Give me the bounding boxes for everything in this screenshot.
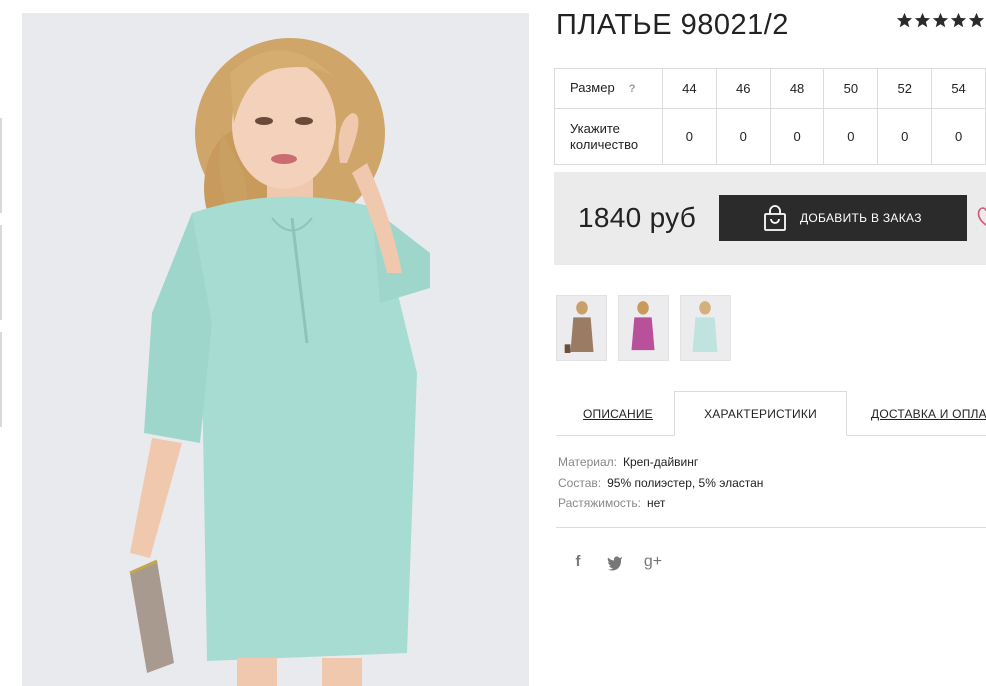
thumbnail-pink[interactable]	[618, 295, 669, 361]
quantity-input[interactable]: 0	[715, 108, 771, 165]
star-icon[interactable]	[896, 12, 913, 29]
spec-composition: Состав: 95% полиэстер, 5% эластан	[558, 476, 763, 490]
star-icon[interactable]	[914, 12, 931, 29]
rating-stars[interactable]	[896, 12, 985, 29]
add-to-order-label: ДОБАВИТЬ В ЗАКАЗ	[800, 211, 922, 225]
left-edge-mark	[0, 118, 2, 213]
quantity-input[interactable]: 0	[662, 108, 717, 165]
twitter-icon[interactable]	[605, 552, 625, 572]
size-cell: 48	[769, 68, 825, 109]
quantity-row: Укажите количество 0 0 0 0 0 0	[554, 108, 986, 165]
spec-value: 95% полиэстер, 5% эластан	[607, 476, 764, 490]
tab-description[interactable]: ОПИСАНИЕ	[583, 391, 653, 436]
product-title: ПЛАТЬЕ 98021/2	[556, 9, 789, 41]
quantity-input[interactable]: 0	[769, 108, 825, 165]
product-main-photo[interactable]	[22, 13, 529, 686]
quantity-input[interactable]: 0	[877, 108, 933, 165]
section-divider	[556, 527, 986, 528]
size-row: Размер? 44 46 48 50 52 54	[554, 68, 986, 109]
shopping-bag-icon	[764, 205, 786, 231]
left-edge-mark	[0, 332, 2, 427]
size-cell: 54	[931, 68, 986, 109]
spec-material: Материал: Креп-дайвинг	[558, 455, 698, 469]
size-cell: 46	[715, 68, 771, 109]
spec-value: нет	[647, 496, 666, 510]
size-help-icon[interactable]: ?	[629, 81, 636, 97]
spec-label: Состав:	[558, 476, 602, 490]
left-edge-mark	[0, 225, 2, 320]
quantity-input[interactable]: 0	[931, 108, 986, 165]
quantity-label: Укажите количество	[554, 108, 663, 165]
thumbnail-mint[interactable]	[680, 295, 731, 361]
tab-characteristics[interactable]: ХАРАКТЕРИСТИКИ	[674, 391, 847, 436]
size-cell: 52	[877, 68, 933, 109]
price-box: 1840 руб ДОБАВИТЬ В ЗАКАЗ	[554, 172, 986, 265]
product-page: ПЛАТЬЕ 98021/2 Размер? 44 46 48 50 52 54…	[0, 0, 986, 686]
quantity-input[interactable]: 0	[823, 108, 879, 165]
thumbnail-brown[interactable]	[556, 295, 607, 361]
heart-icon[interactable]	[977, 205, 986, 227]
spec-label: Материал:	[558, 455, 617, 469]
spec-value: Креп-дайвинг	[622, 455, 699, 469]
spec-stretch: Растяжимость: нет	[558, 496, 665, 510]
price-value: 1840 руб	[578, 202, 697, 233]
size-label: Размер	[570, 80, 615, 95]
size-cell: 50	[823, 68, 879, 109]
size-cell: 44	[662, 68, 717, 109]
google-plus-icon[interactable]: g+	[643, 552, 663, 572]
star-icon[interactable]	[950, 12, 967, 29]
spec-label: Растяжимость:	[558, 496, 642, 510]
star-icon[interactable]	[968, 12, 985, 29]
size-table: Размер? 44 46 48 50 52 54 Укажите количе…	[554, 68, 986, 165]
tab-delivery[interactable]: ДОСТАВКА И ОПЛАТА	[871, 391, 986, 436]
facebook-icon[interactable]: f	[568, 552, 588, 572]
add-to-order-button[interactable]: ДОБАВИТЬ В ЗАКАЗ	[719, 195, 967, 241]
star-icon[interactable]	[932, 12, 949, 29]
size-label-cell: Размер?	[554, 68, 663, 109]
